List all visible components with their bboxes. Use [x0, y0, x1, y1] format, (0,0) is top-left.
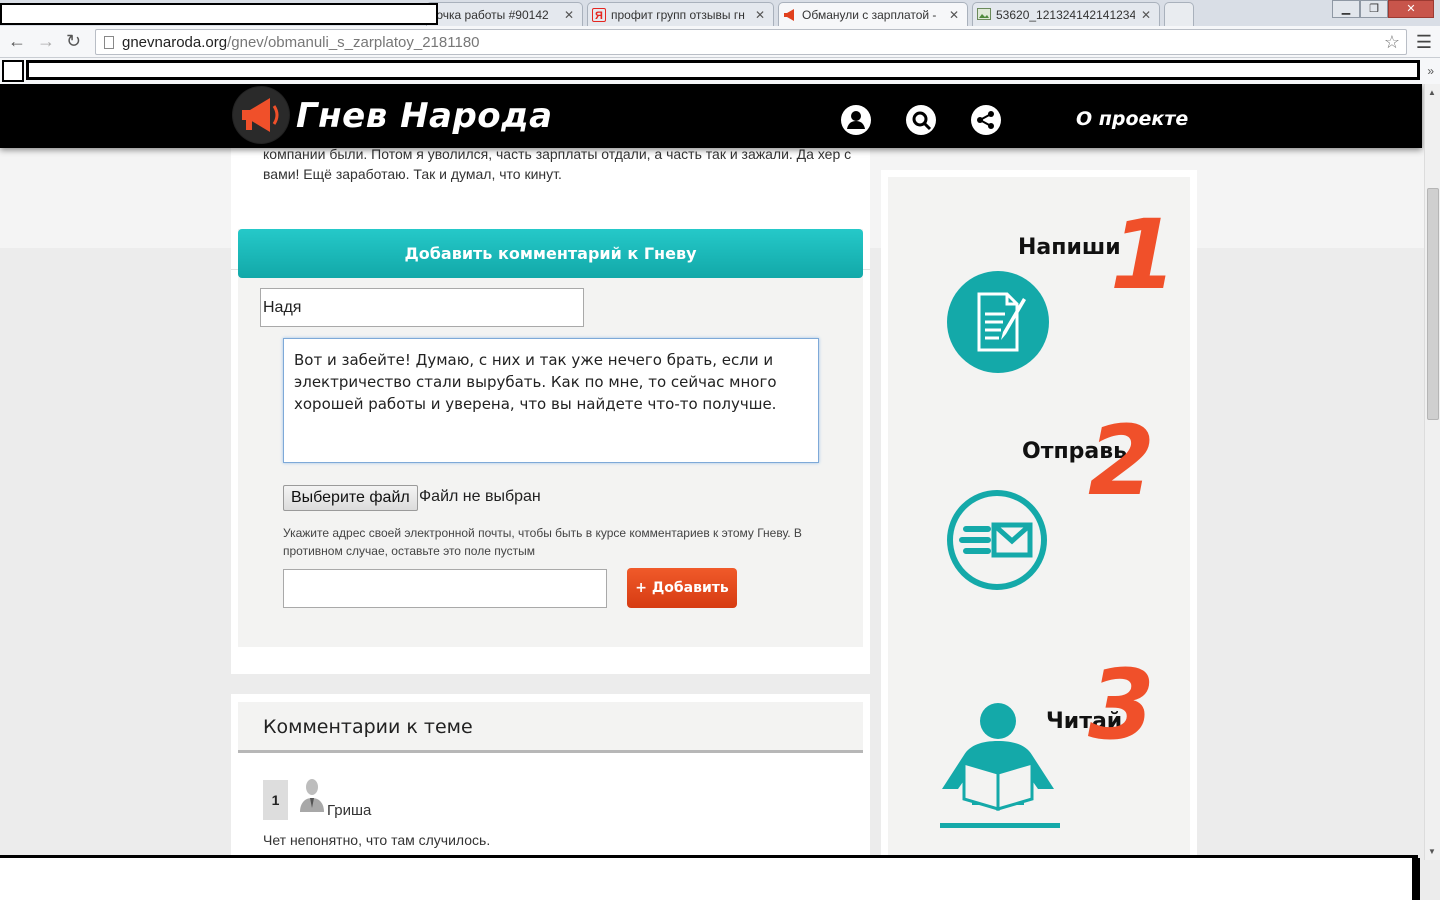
page-viewport: компании были. Потом я уволился, часть з…: [0, 84, 1424, 900]
browser-tab[interactable]: Я профит групп отзывы гн ✕: [587, 2, 774, 26]
window-controls: ▁ ❐ ✕: [1332, 0, 1434, 18]
redacted-region: [0, 855, 1418, 900]
redacted-region: [1412, 858, 1420, 900]
comment-text: Чет непонятно, что там случилось.: [263, 832, 491, 848]
story-text: компании были. Потом я уволился, часть з…: [263, 146, 852, 182]
minimize-icon[interactable]: ▁: [1332, 0, 1360, 18]
browser-tab[interactable]: точка работы #90142 ✕: [426, 2, 583, 26]
steps-panel: Напиши 1 Отправь 2 Читай 3: [888, 177, 1190, 900]
tab-close-icon[interactable]: ✕: [949, 8, 959, 22]
tab-close-icon[interactable]: ✕: [755, 8, 765, 22]
megaphone-logo-icon[interactable]: [232, 86, 290, 144]
send-mail-icon: [946, 489, 1048, 596]
image-icon: [977, 7, 991, 22]
address-bar[interactable]: gnevnaroda.org/gnev/obmanuli_s_zarplatoy…: [95, 29, 1407, 55]
scroll-up-icon[interactable]: ▲: [1428, 88, 1436, 97]
user-icon[interactable]: [841, 105, 871, 135]
page-scrollbar[interactable]: ▲ ▼: [1424, 84, 1440, 860]
close-window-icon[interactable]: ✕: [1388, 0, 1434, 18]
add-comment-header[interactable]: Добавить комментарий к Гневу: [238, 229, 863, 278]
comment-author[interactable]: Гриша: [327, 802, 371, 819]
site-logo-text[interactable]: Гнев Народа: [296, 96, 553, 136]
bookmarks-more-icon[interactable]: »: [1427, 64, 1434, 78]
browser-tab-active[interactable]: Обманули с зарплатой - ✕: [778, 2, 968, 26]
step-number: 1: [1110, 199, 1177, 311]
browser-menu-icon[interactable]: ☰: [1416, 32, 1432, 53]
email-hint: Укажите адрес своей электронной почты, ч…: [283, 526, 802, 558]
avatar: [298, 778, 326, 814]
comment-textarea[interactable]: Вот и забейте! Думаю, с них и так уже не…: [283, 338, 819, 463]
site-header: Гнев Народа О проекте: [0, 84, 1422, 148]
bookmarks-bar: »: [0, 58, 1440, 84]
search-icon[interactable]: [906, 105, 936, 135]
step-number: 3: [1088, 649, 1155, 761]
choose-file-button[interactable]: Выберите файл: [283, 485, 418, 511]
step-label: Напиши: [1018, 235, 1121, 260]
tab-title: 53620_1213241421412341: [996, 7, 1135, 22]
scrollbar-thumb[interactable]: [1427, 188, 1439, 420]
restore-icon[interactable]: ❐: [1360, 0, 1388, 18]
tab-title: профит групп отзывы гн: [611, 7, 745, 22]
megaphone-icon: [783, 8, 797, 22]
story-card: компании были. Потом я уволился, часть з…: [231, 144, 870, 674]
url-path: /gnev/obmanuli_s_zarplatoy_2181180: [227, 33, 480, 51]
comment-form: Добавить комментарий к Гневу Вот и забей…: [238, 229, 863, 647]
steps-card: Напиши 1 Отправь 2 Читай 3: [881, 170, 1197, 900]
new-tab-button[interactable]: [1164, 2, 1194, 26]
step-number: 2: [1088, 405, 1155, 517]
tab-title: точка работы #90142: [431, 7, 549, 22]
reader-icon: [936, 701, 1060, 836]
redacted-region: [0, 3, 438, 25]
browser-tabstrip: точка работы #90142 ✕ Я профит групп отз…: [0, 0, 1440, 26]
comments-title: Комментарии к теме: [263, 716, 473, 738]
scroll-down-icon[interactable]: ▼: [1428, 847, 1436, 856]
about-link[interactable]: О проекте: [1076, 108, 1188, 130]
url-host: gnevnaroda.org: [122, 33, 228, 51]
redacted-region: [26, 60, 1420, 80]
comment-number: 1: [263, 780, 288, 820]
page-icon: [104, 35, 114, 49]
browser-toolbar: ← → ↻ gnevnaroda.org/gnev/obmanuli_s_zar…: [0, 26, 1440, 58]
add-comment-button[interactable]: + Добавить: [627, 568, 737, 608]
email-input[interactable]: [283, 569, 607, 608]
document-pen-icon: [946, 270, 1050, 379]
file-status: Файл не выбран: [419, 488, 541, 505]
tab-close-icon[interactable]: ✕: [564, 8, 574, 22]
redacted-region: [2, 60, 24, 82]
yandex-icon: Я: [592, 7, 606, 22]
browser-tab[interactable]: 53620_1213241421412341 ✕: [972, 2, 1160, 26]
name-input[interactable]: [260, 288, 584, 327]
share-icon[interactable]: [971, 105, 1001, 135]
bookmark-star-icon[interactable]: ☆: [1384, 32, 1400, 53]
forward-arrow-icon[interactable]: →: [37, 31, 55, 52]
tab-title: Обманули с зарплатой -: [802, 7, 937, 22]
reload-icon[interactable]: ↻: [66, 31, 81, 52]
tab-close-icon[interactable]: ✕: [1141, 8, 1151, 22]
back-arrow-icon[interactable]: ←: [8, 31, 26, 52]
comments-header: Комментарии к теме: [238, 702, 863, 753]
